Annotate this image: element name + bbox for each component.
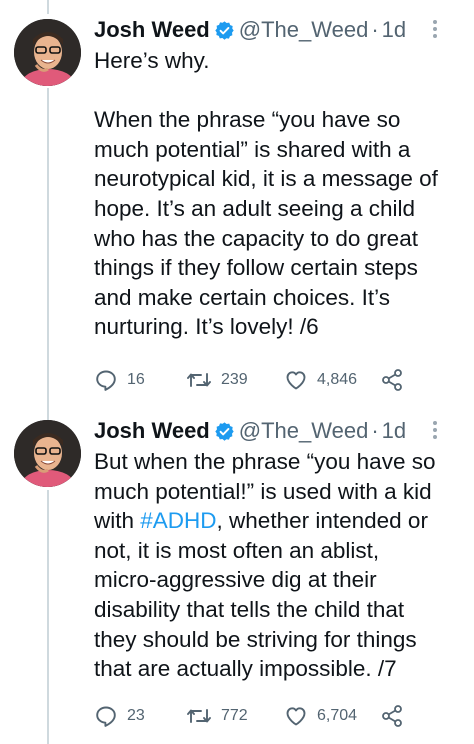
retweet-icon bbox=[187, 709, 211, 723]
tweet-actions: 16 239 4,846 bbox=[94, 367, 434, 393]
tweet-line: much potential!” is used with a kid bbox=[94, 478, 432, 504]
share-icon bbox=[382, 369, 402, 391]
tweet-actions: 23 772 6,704 bbox=[94, 703, 434, 729]
more-options-icon[interactable] bbox=[432, 20, 438, 42]
tweet-line: not, it is most often an ablist, bbox=[94, 537, 380, 563]
separator-dot: · bbox=[371, 418, 379, 443]
share-button[interactable] bbox=[381, 703, 403, 729]
author-handle[interactable]: @The_Weed bbox=[239, 17, 369, 43]
tweet-line: who has the capacity to do great bbox=[94, 225, 418, 251]
reply-count: 16 bbox=[127, 371, 145, 388]
like-button[interactable]: 6,704 bbox=[284, 703, 357, 729]
tweet-header: Josh Weed @The_Weed · 1d bbox=[94, 14, 474, 46]
tweet-line: and make certain choices. It’s bbox=[94, 284, 390, 310]
separator-dot: · bbox=[371, 17, 379, 42]
tweet-text: But when the phrase “you have so much po… bbox=[94, 447, 464, 684]
thread-line-top bbox=[47, 0, 49, 14]
reply-button[interactable]: 23 bbox=[94, 703, 145, 729]
more-options-icon[interactable] bbox=[432, 421, 438, 443]
tweet-line: neurotypical kid, it is a message of bbox=[94, 166, 438, 192]
timestamp[interactable]: 1d bbox=[382, 17, 406, 43]
like-button[interactable]: 4,846 bbox=[284, 367, 357, 393]
tweet-line: much potential” is shared with a bbox=[94, 136, 411, 162]
avatar-image bbox=[14, 19, 81, 86]
avatar[interactable] bbox=[14, 420, 81, 487]
retweet-count: 772 bbox=[221, 707, 248, 724]
tweet-7[interactable]: Josh Weed @The_Weed · 1d But when the ph… bbox=[0, 415, 474, 744]
author-handle[interactable]: @The_Weed bbox=[239, 418, 369, 444]
reply-button[interactable]: 16 bbox=[94, 367, 145, 393]
author-name[interactable]: Josh Weed bbox=[94, 17, 210, 43]
retweet-count: 239 bbox=[221, 371, 248, 388]
verified-badge-icon bbox=[214, 421, 235, 442]
retweet-button[interactable]: 239 bbox=[186, 367, 248, 393]
share-button[interactable] bbox=[381, 367, 403, 393]
tweet-line: things if they follow certain steps bbox=[94, 255, 418, 281]
tweet-line: micro-aggressive dig at their bbox=[94, 567, 377, 593]
tweet-line-suffix: , whether intended or bbox=[216, 508, 428, 534]
reply-count: 23 bbox=[127, 707, 145, 724]
tweet-line: disability that tells the child that bbox=[94, 596, 405, 622]
like-count: 4,846 bbox=[317, 371, 358, 388]
author-name[interactable]: Josh Weed bbox=[94, 418, 210, 444]
tweet-line: hope. It’s an adult seeing a child bbox=[94, 195, 416, 221]
tweet-6[interactable]: Josh Weed @The_Weed · 1d Here’s why. Whe… bbox=[0, 14, 474, 404]
tweet-line-with-hashtag: with #ADHD, whether intended or bbox=[94, 506, 464, 536]
share-icon bbox=[382, 705, 402, 727]
tweet-line: that are actually impossible. /7 bbox=[94, 656, 397, 682]
tweet-header: Josh Weed @The_Weed · 1d bbox=[94, 415, 474, 447]
retweet-icon bbox=[187, 373, 211, 387]
reply-icon bbox=[96, 706, 116, 727]
like-count: 6,704 bbox=[317, 707, 358, 724]
tweet-line: they should be striving for things bbox=[94, 626, 417, 652]
hashtag-link[interactable]: #ADHD bbox=[140, 508, 216, 533]
avatar[interactable] bbox=[14, 19, 81, 86]
tweet-line: When the phrase “you have so bbox=[94, 107, 401, 133]
avatar-image bbox=[14, 420, 81, 487]
tweet-line: But when the phrase “you have so bbox=[94, 449, 436, 474]
timestamp[interactable]: 1d bbox=[382, 418, 406, 444]
reply-icon bbox=[96, 370, 116, 391]
retweet-button[interactable]: 772 bbox=[186, 703, 248, 729]
like-icon bbox=[286, 707, 306, 726]
tweet-text: Here’s why. When the phrase “you have so… bbox=[94, 46, 464, 342]
like-icon bbox=[286, 371, 306, 390]
tweet-line: Here’s why. bbox=[94, 48, 210, 73]
tweet-line-prefix: with bbox=[94, 508, 141, 534]
tweet-line: nurturing. It’s lovely! /6 bbox=[94, 314, 319, 340]
verified-badge-icon bbox=[214, 20, 235, 41]
